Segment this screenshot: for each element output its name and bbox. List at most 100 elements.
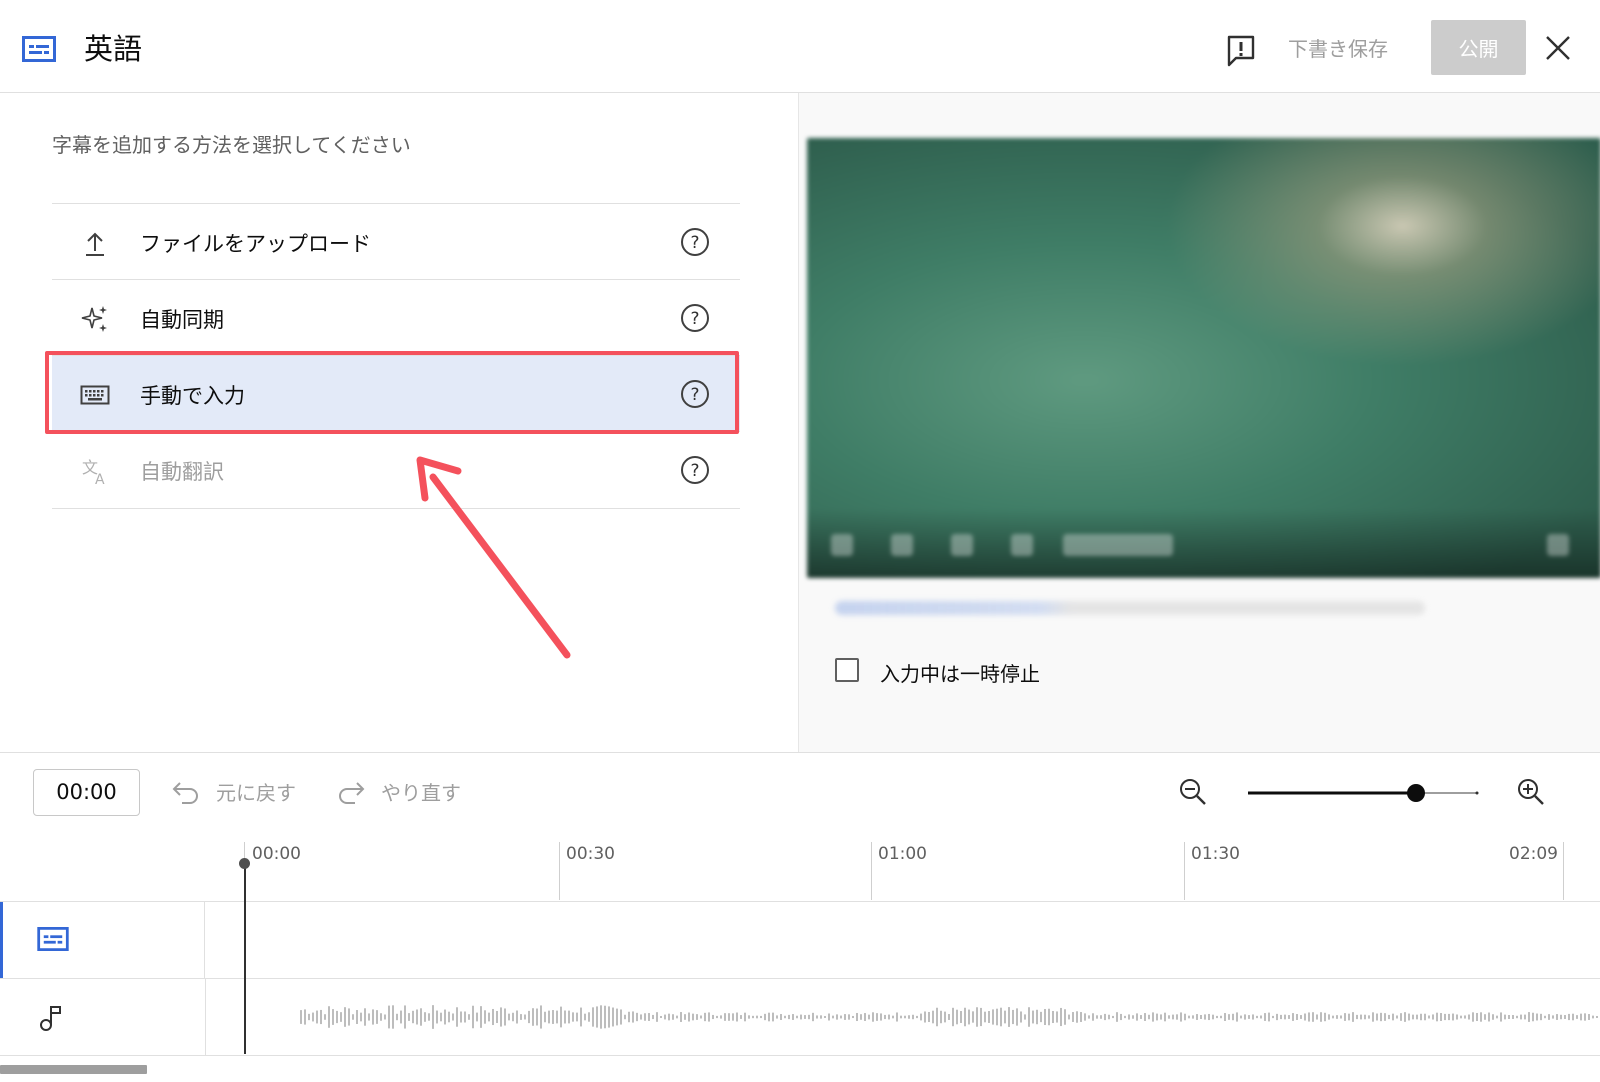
undo-icon — [172, 782, 198, 804]
waveform-bar — [568, 1010, 570, 1024]
pause-while-typing-label: 入力中は一時停止 — [880, 662, 1040, 686]
waveform-bar — [700, 1015, 702, 1019]
waveform-bar — [900, 1015, 902, 1019]
waveform-bar — [932, 1010, 934, 1024]
waveform-bar — [492, 1008, 494, 1026]
audio-track[interactable] — [0, 979, 1600, 1056]
waveform-bar — [1580, 1013, 1582, 1021]
waveform-bar — [448, 1011, 450, 1023]
waveform-bar — [428, 1013, 430, 1021]
play-icon[interactable] — [831, 534, 853, 556]
waveform-bar — [872, 1012, 874, 1022]
waveform-bar — [1024, 1014, 1026, 1020]
volume-icon[interactable] — [1011, 534, 1033, 556]
waveform-bar — [1584, 1013, 1586, 1021]
waveform-bar — [744, 1012, 746, 1022]
waveform-bar — [1492, 1014, 1494, 1020]
waveform-bar — [844, 1014, 846, 1020]
feedback-icon[interactable] — [1226, 34, 1256, 68]
waveform-bar — [1388, 1014, 1390, 1020]
waveform-bar — [484, 1010, 486, 1024]
help-icon[interactable]: ? — [680, 227, 710, 257]
waveform-bar — [476, 1012, 478, 1022]
method-prompt: 字幕を追加する方法を選択してください — [52, 133, 411, 157]
waveform-bar — [1348, 1013, 1350, 1021]
waveform-bar — [1200, 1014, 1202, 1020]
waveform-bar — [852, 1015, 854, 1019]
waveform-bar — [1392, 1013, 1394, 1021]
waveform-bar — [1276, 1013, 1278, 1021]
waveform-bar — [356, 1010, 358, 1024]
waveform-bar — [576, 1012, 578, 1022]
waveform-bar — [1152, 1012, 1154, 1022]
waveform-bar — [1508, 1015, 1510, 1019]
close-icon[interactable] — [1544, 34, 1572, 62]
waveform-bar — [980, 1007, 982, 1027]
waveform-bar — [940, 1010, 942, 1024]
waveform-bar — [824, 1015, 826, 1019]
sparkle-icon — [81, 306, 107, 332]
waveform-bar — [732, 1013, 734, 1021]
waveform-bar — [552, 1010, 554, 1024]
waveform-bar — [1228, 1014, 1230, 1020]
waveform-bar — [488, 1012, 490, 1022]
undo-label: 元に戻す — [216, 781, 296, 805]
timeline-toolbar: 00:00 元に戻す やり直す — [0, 752, 1600, 825]
waveform-bar — [1528, 1012, 1530, 1022]
dialog-header: 英語 下書き保存 公開 — [0, 0, 1600, 93]
waveform-bar — [456, 1007, 458, 1027]
waveform-bar — [1188, 1015, 1190, 1019]
playhead-handle[interactable] — [239, 858, 250, 869]
settings-icon[interactable] — [1547, 534, 1569, 556]
waveform-bar — [1452, 1013, 1454, 1021]
waveform-bar — [1432, 1014, 1434, 1020]
waveform-bar — [644, 1013, 646, 1021]
current-time-field[interactable]: 00:00 — [33, 769, 140, 816]
playhead-line[interactable] — [244, 864, 246, 1054]
zoom-slider[interactable] — [1246, 775, 1480, 811]
waveform-bar — [1556, 1014, 1558, 1020]
pause-while-typing-checkbox[interactable] — [835, 658, 859, 682]
waveform-bar — [1176, 1014, 1178, 1020]
waveform-bar — [1124, 1015, 1126, 1019]
option-auto-sync[interactable]: 自動同期 ? — [52, 279, 740, 356]
forward-icon[interactable] — [951, 534, 973, 556]
video-player[interactable] — [807, 138, 1600, 578]
waveform-bar — [1252, 1014, 1254, 1020]
option-upload-file[interactable]: ファイルをアップロード ? — [52, 203, 740, 280]
waveform-bar — [796, 1015, 798, 1019]
waveform-bar — [412, 1010, 414, 1024]
waveform-bar — [720, 1015, 722, 1019]
waveform-bar — [300, 1010, 302, 1024]
help-icon[interactable]: ? — [680, 303, 710, 333]
waveform-bar — [548, 1010, 550, 1024]
waveform-bar — [660, 1015, 662, 1019]
waveform-bar — [560, 1006, 562, 1028]
help-icon[interactable]: ? — [680, 455, 710, 485]
subtitle-track[interactable] — [0, 902, 1600, 979]
waveform-bar — [1128, 1014, 1130, 1020]
waveform-bar — [1540, 1013, 1542, 1021]
waveform-bar — [740, 1015, 742, 1019]
zoom-out-icon[interactable] — [1178, 777, 1208, 807]
svg-text:?: ? — [690, 461, 699, 481]
waveform-bar — [1592, 1015, 1594, 1019]
waveform-bar — [1596, 1015, 1598, 1019]
waveform-bar — [696, 1014, 698, 1020]
waveform-bar — [352, 1014, 354, 1020]
waveform-bar — [1356, 1014, 1358, 1020]
rewind-icon[interactable] — [891, 534, 913, 556]
timeline-scrollbar[interactable] — [0, 1065, 147, 1074]
waveform-bar — [364, 1008, 366, 1026]
waveform-bar — [1112, 1015, 1114, 1019]
waveform-bar — [648, 1013, 650, 1021]
waveform-bar — [976, 1007, 978, 1027]
waveform-bar — [804, 1015, 806, 1019]
waveform-bar — [820, 1015, 822, 1019]
publish-button[interactable]: 公開 — [1431, 20, 1526, 75]
zoom-in-icon[interactable] — [1516, 777, 1546, 807]
waveform-bar — [1260, 1015, 1262, 1019]
waveform-bar — [1400, 1013, 1402, 1021]
save-draft-button[interactable]: 下書き保存 — [1288, 33, 1388, 62]
tick-mark — [559, 842, 560, 900]
